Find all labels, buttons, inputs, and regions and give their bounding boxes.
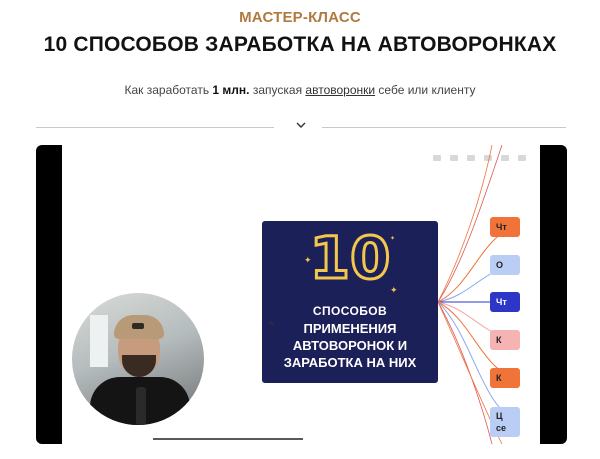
mindmap-tag: К bbox=[490, 368, 520, 388]
mindmap-tag: Чт bbox=[490, 217, 520, 237]
cap-logo-icon bbox=[132, 323, 144, 329]
eyebrow-label: МАСТЕР-КЛАСС bbox=[239, 9, 361, 26]
mindmap-tag: Ц се bbox=[490, 407, 520, 437]
card-line-1: СПОСОБОВ bbox=[312, 304, 388, 318]
title-card: 10 ✦ ✦ ✦ СПОСОБОВ ПРИМЕНЕНИЯ АВТОВОРОНОК… bbox=[262, 221, 438, 383]
star-icon: ✦ bbox=[304, 255, 312, 265]
video-progress-bar[interactable] bbox=[153, 438, 303, 440]
star-icon: ✦ bbox=[390, 236, 396, 242]
card-line-2: ПРИМЕНЕНИЯ bbox=[303, 321, 397, 336]
mindmap-tag: Чт bbox=[490, 292, 520, 312]
microphone-icon bbox=[136, 387, 146, 425]
mindmap-tag: К bbox=[490, 330, 520, 350]
page-title: 10 СПОСОБОВ ЗАРАБОТКА НА АВТОВОРОНКАХ bbox=[43, 33, 557, 56]
divider-left bbox=[36, 127, 274, 128]
mouse-cursor-icon: ↖ bbox=[269, 319, 277, 329]
card-line-3: АВТОВОРОНОК И bbox=[292, 338, 408, 353]
avatar-beard bbox=[122, 355, 156, 377]
card-number: 10 bbox=[308, 224, 392, 292]
subtitle: Как заработать 1 млн. запуская автоворон… bbox=[0, 83, 600, 97]
chevron-down-icon[interactable] bbox=[291, 117, 311, 135]
card-text: СПОСОБОВ ПРИМЕНЕНИЯ АВТОВОРОНОК И ЗАРАБО… bbox=[262, 303, 438, 371]
autofunnels-link[interactable]: автоворонки bbox=[305, 83, 375, 97]
mindmap-tag: О bbox=[490, 255, 520, 275]
subtitle-amount: 1 млн. bbox=[212, 83, 250, 97]
video-player[interactable]: 10 ✦ ✦ ✦ СПОСОБОВ ПРИМЕНЕНИЯ АВТОВОРОНОК… bbox=[36, 145, 567, 444]
subtitle-text-mid: запуская bbox=[249, 83, 306, 97]
star-icon: ✦ bbox=[390, 285, 398, 295]
subtitle-text-post: себе или клиенту bbox=[375, 83, 476, 97]
presenter-avatar bbox=[70, 291, 206, 427]
card-line-4: ЗАРАБОТКА НА НИХ bbox=[283, 355, 417, 370]
divider-right bbox=[322, 127, 566, 128]
subtitle-text-pre: Как заработать bbox=[124, 83, 213, 97]
avatar-background bbox=[90, 315, 108, 367]
